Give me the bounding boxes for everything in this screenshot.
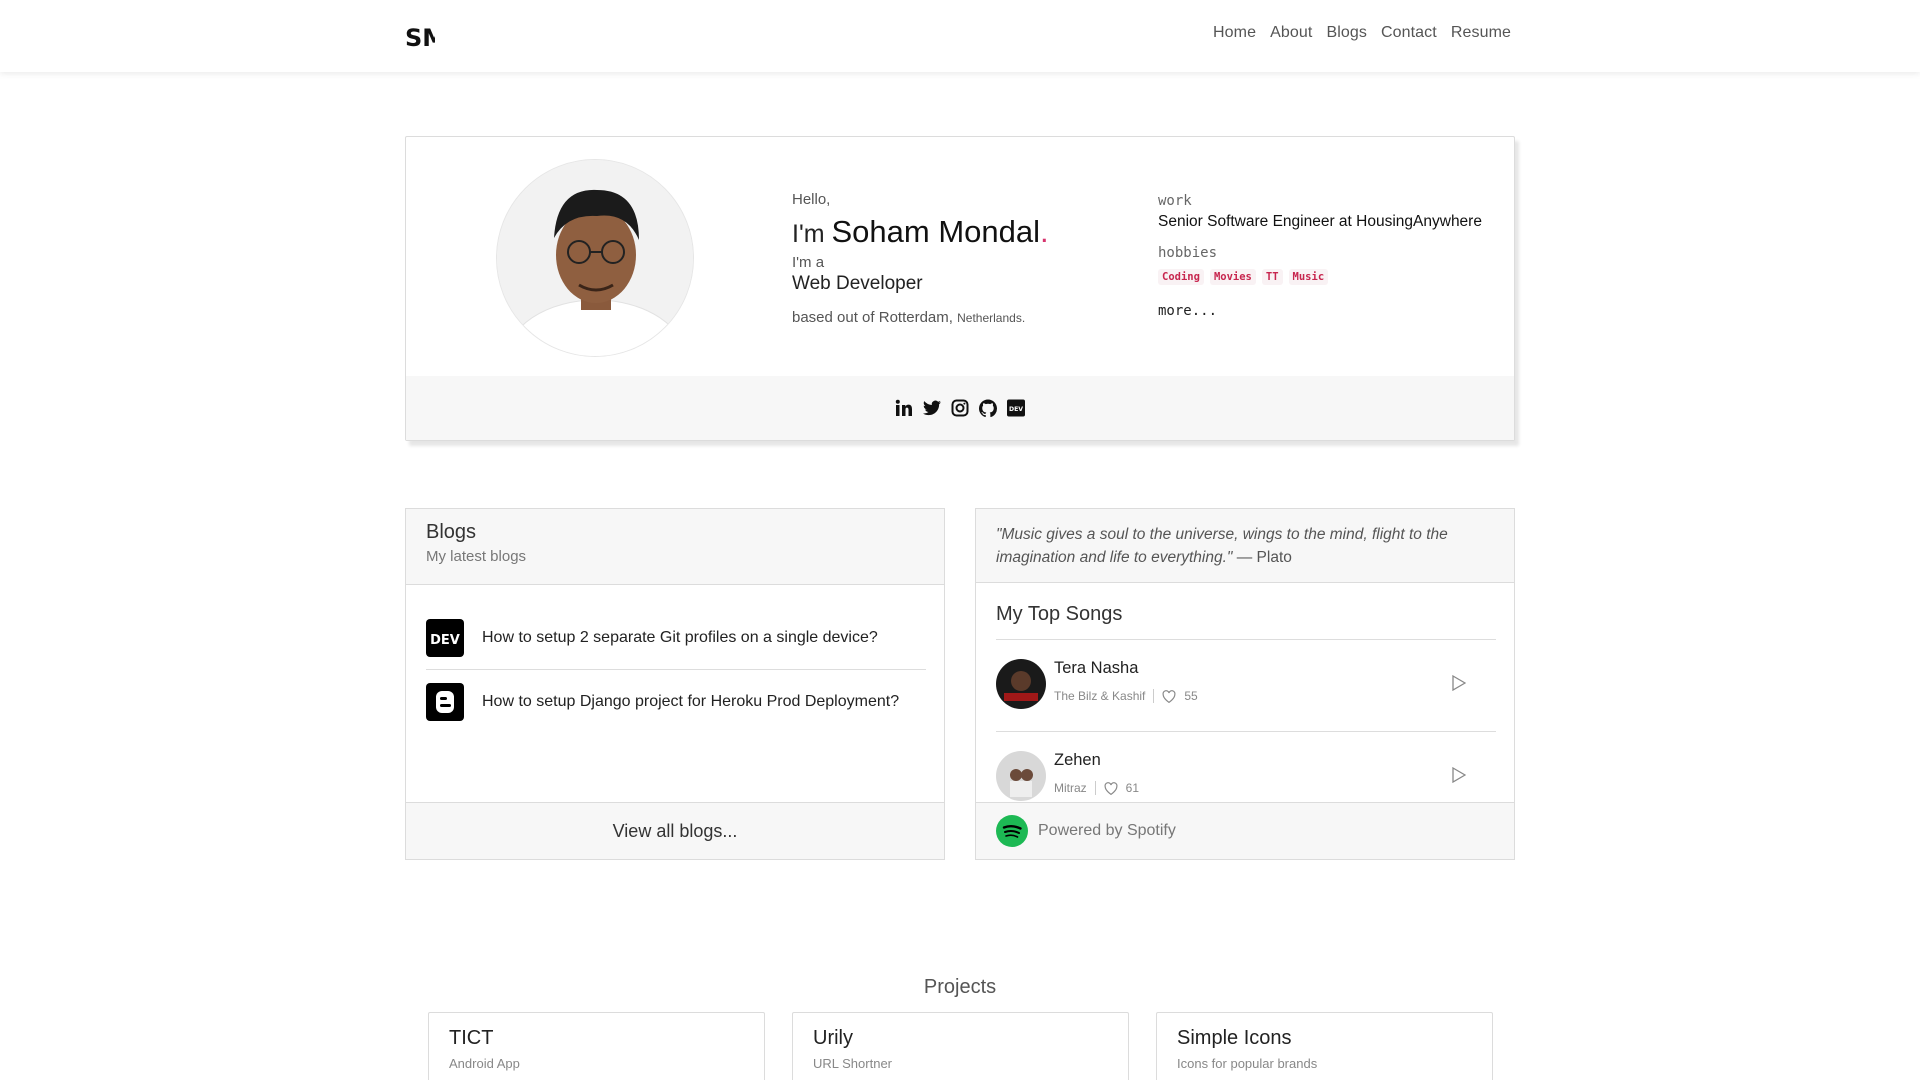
projects-title: Projects	[923, 976, 997, 998]
hobbies-label: hobbies	[1158, 245, 1218, 261]
location: based out of Rotterdam, Netherlands.	[792, 309, 1049, 326]
top-songs-title: My Top Songs	[996, 603, 1123, 625]
project-name: Simple Icons	[1177, 1027, 1292, 1049]
song-name: Zehen	[1054, 751, 1101, 769]
project-name: TICT	[449, 1027, 494, 1049]
play-icon[interactable]	[1452, 675, 1466, 691]
github-icon[interactable]	[979, 399, 997, 417]
blogger-icon	[426, 683, 464, 721]
song-item[interactable]: Tera Nasha The Bilz & Kashif 55	[996, 659, 1496, 715]
view-all-blogs-label[interactable]: View all blogs...	[613, 821, 738, 842]
blogs-card: Blogs My latest blogs DEV How to setup 2…	[405, 508, 945, 860]
blog-title[interactable]: How to setup 2 separate Git profiles on …	[482, 628, 878, 648]
song-cover	[996, 659, 1046, 709]
heart-icon	[1162, 689, 1176, 703]
project-desc: URL Shortner	[813, 1056, 892, 1071]
quote-text: "Music gives a soul to the universe, win…	[996, 526, 1448, 567]
nav-about[interactable]: About	[1270, 24, 1312, 42]
song-item[interactable]: Zehen Mitraz 61	[996, 751, 1496, 807]
intro: Hello, I'm Soham Mondal. I'm a Web Devel…	[792, 191, 1049, 326]
spotify-footer: Powered by Spotify	[976, 802, 1514, 859]
logo-text: SM	[405, 24, 435, 52]
greeting: Hello,	[792, 191, 831, 208]
song-name: Tera Nasha	[1054, 659, 1139, 677]
divider	[1094, 781, 1096, 795]
song-meta: Mitraz 61	[1054, 781, 1139, 795]
project-card[interactable]: Urily URL Shortner	[792, 1012, 1129, 1080]
blogs-header: Blogs My latest blogs	[406, 509, 944, 585]
nav-contact[interactable]: Contact	[1381, 24, 1437, 42]
blog-item[interactable]: DEV How to setup 2 separate Git profiles…	[426, 619, 926, 657]
song-artist: The Bilz & Kashif	[1054, 689, 1146, 703]
blog-item[interactable]: How to setup Django project for Heroku P…	[426, 683, 926, 721]
song-likes: 61	[1125, 781, 1140, 795]
dev-icon[interactable]: DEV	[1007, 399, 1025, 417]
nav-blogs[interactable]: Blogs	[1326, 24, 1367, 42]
hobby-chip: Coding	[1158, 269, 1204, 285]
song-artist: Mitraz	[1054, 781, 1087, 795]
im-text: I'm	[792, 220, 825, 248]
dev-icon: DEV	[426, 619, 464, 657]
avatar	[496, 159, 694, 357]
name: Soham Mondal	[831, 214, 1041, 249]
work-label: work	[1158, 193, 1192, 209]
nav-home[interactable]: Home	[1213, 24, 1256, 42]
project-card[interactable]: TICT Android App	[428, 1012, 765, 1080]
nav-resume[interactable]: Resume	[1451, 24, 1511, 42]
navbar: SM Home About Blogs Contact Resume	[0, 0, 1920, 72]
quote: "Music gives a soul to the universe, win…	[976, 509, 1514, 583]
song-meta: The Bilz & Kashif 55	[1054, 689, 1198, 703]
hero-card: Hello, I'm Soham Mondal. I'm a Web Devel…	[405, 136, 1515, 441]
more-link[interactable]: more...	[1158, 303, 1482, 319]
social-bar: DEV	[406, 376, 1514, 440]
project-name: Urily	[813, 1027, 853, 1049]
hobbies-list: Coding Movies TT Music	[1158, 269, 1482, 285]
powered-by-spotify: Powered by Spotify	[1038, 822, 1176, 839]
project-card[interactable]: Simple Icons Icons for popular brands	[1156, 1012, 1493, 1080]
divider	[996, 639, 1496, 640]
name-dot: .	[1040, 214, 1049, 249]
about-summary: work Senior Software Engineer at Housing…	[1158, 193, 1482, 319]
play-icon[interactable]	[1452, 767, 1466, 783]
svg-text:DEV: DEV	[430, 633, 460, 648]
divider	[426, 669, 926, 670]
hobby-chip: Music	[1288, 269, 1329, 285]
name-line: I'm Soham Mondal.	[792, 214, 1049, 250]
logo-icon[interactable]: SM	[405, 20, 446, 52]
svg-text:DEV: DEV	[1009, 406, 1023, 413]
work-value: Senior Software Engineer at HousingAnywh…	[1158, 213, 1482, 230]
spotify-card: "Music gives a soul to the universe, win…	[975, 508, 1515, 860]
song-likes: 55	[1184, 689, 1198, 703]
view-all-blogs[interactable]: View all blogs...	[406, 802, 944, 859]
project-desc: Android App	[449, 1056, 520, 1071]
instagram-icon[interactable]	[951, 399, 969, 417]
location-country: Netherlands.	[957, 311, 1026, 325]
song-cover	[996, 751, 1046, 801]
divider	[996, 731, 1496, 732]
blog-title[interactable]: How to setup Django project for Heroku P…	[482, 692, 899, 712]
ima-text: I'm a	[792, 254, 825, 271]
blogs-title: Blogs	[426, 521, 477, 543]
hobby-chip: Movies	[1209, 269, 1256, 285]
hobby-chip: TT	[1261, 269, 1283, 285]
role: Web Developer	[792, 273, 923, 294]
quote-author: — Plato	[1236, 549, 1292, 567]
location-city: based out of Rotterdam,	[792, 309, 953, 326]
nav-links: Home About Blogs Contact Resume	[1213, 24, 1511, 42]
blogs-subtitle: My latest blogs	[426, 548, 527, 565]
linkedin-icon[interactable]	[895, 399, 913, 417]
project-desc: Icons for popular brands	[1177, 1056, 1318, 1071]
divider	[1153, 689, 1155, 703]
twitter-icon[interactable]	[923, 399, 941, 417]
heart-icon	[1104, 781, 1118, 795]
spotify-icon[interactable]	[996, 815, 1028, 847]
